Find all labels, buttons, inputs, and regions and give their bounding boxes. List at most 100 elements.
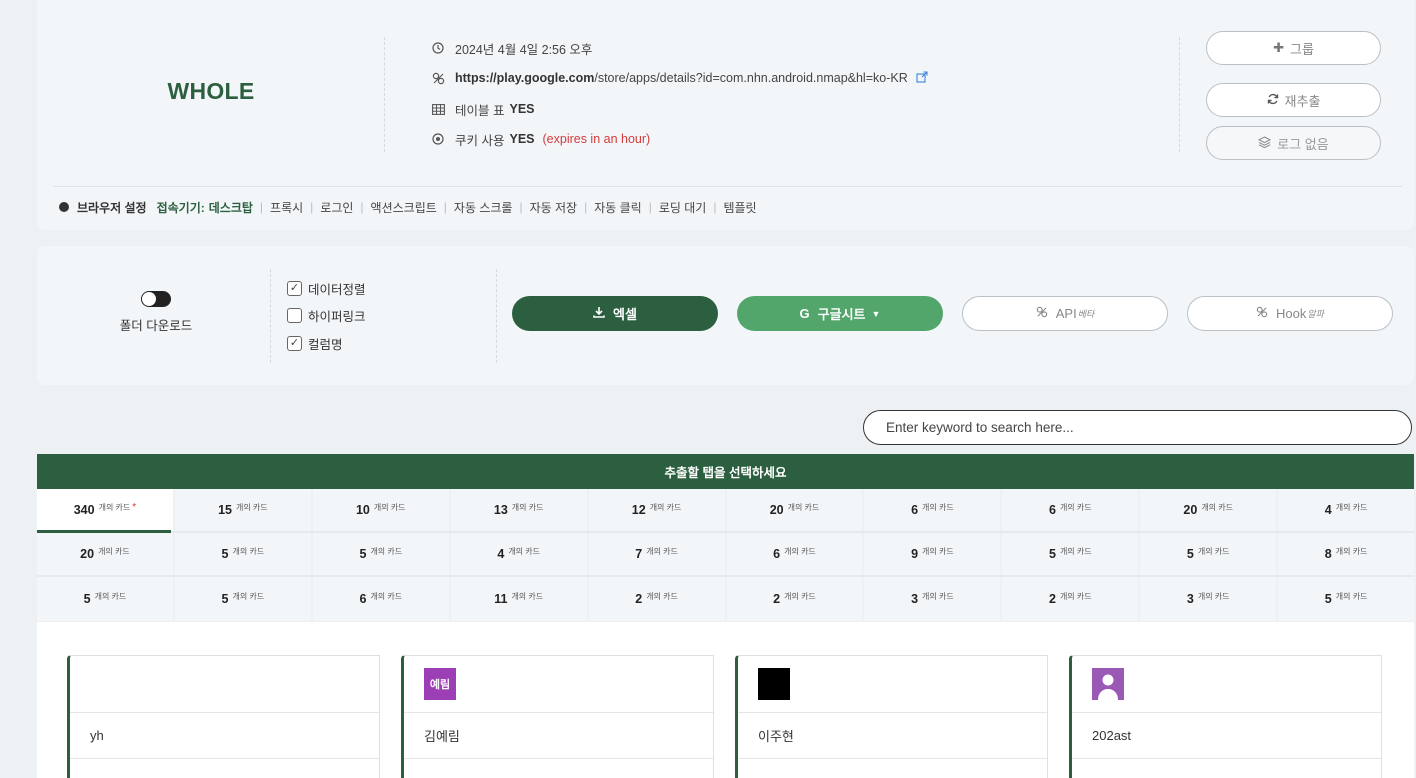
cookie-value: YES [509,132,535,146]
tab-card-unit: 개의 카드 [98,546,130,556]
url-path[interactable]: /store/apps/details?id=com.nhn.android.n… [594,71,907,85]
refresh-icon [1267,93,1279,108]
option-template[interactable]: 템플릿 [723,199,756,216]
group-button-label: 그룹 [1289,41,1314,57]
tab-item[interactable]: 2 개의 카드 [588,577,727,621]
tab-item[interactable]: 3 개의 카드 [1140,577,1279,621]
excel-button[interactable]: 엑셀 [512,296,718,331]
link-icon [1256,306,1268,321]
tab-card-unit: 개의 카드 [787,502,820,512]
tab-card-unit: 개의 카드 [508,546,540,556]
option-auto-scroll[interactable]: 자동 스크롤 [454,199,513,216]
option-auto-save[interactable]: 자동 저장 [530,199,578,216]
tab-card-count: 5 [1324,592,1332,606]
user-card[interactable]: 202ast [1069,655,1382,778]
group-button[interactable]: ✚ 그룹 [1206,31,1381,65]
user-card[interactable]: 예림 김예림 [401,655,714,778]
checkbox-column-name[interactable]: ✓ 컬럼명 [287,334,343,352]
tab-item[interactable]: 4 개의 카드 [1278,489,1415,531]
check-icon[interactable]: ✓ [287,335,302,351]
tab-item[interactable]: 15 개의 카드 [174,489,313,531]
hook-button[interactable]: Hook 알파 [1187,296,1393,331]
tab-card-count: 5 [221,592,229,606]
tab-card-count: 6 [1048,503,1056,517]
tab-item[interactable]: 13 개의 카드 [450,489,589,531]
tab-card-unit: 개의 카드 [646,546,678,556]
status-dot-icon [59,202,69,212]
hook-badge: 알파 [1307,309,1324,319]
tab-item[interactable]: 5 개의 카드 [174,577,313,621]
tab-card-unit: 개의 카드 [922,591,954,601]
google-icon: G [799,306,810,321]
reextract-button[interactable]: 재추출 [1206,83,1381,117]
export-panel: 폴더 다운로드 ✓ 데이터정렬 하이퍼링크 ✓ 컬럼명 엑셀 G 구글시트 ▼ … [37,246,1414,385]
folder-download-toggle[interactable] [141,291,171,307]
tab-card-count: 6 [359,592,367,606]
user-card[interactable]: yh [67,655,380,778]
tab-item[interactable]: 5 개의 카드 [1278,577,1415,621]
checkbox-sort[interactable]: ✓ 데이터정렬 [287,279,366,297]
tab-card-unit: 개의 카드 [370,546,403,556]
card-name: 202ast [1072,713,1381,759]
tab-item[interactable]: 340 개의 카드 * [37,489,175,533]
tab-item[interactable]: 5 개의 카드 [312,533,451,575]
cookie-expires: (expires in an hour) [542,132,651,146]
tab-item[interactable]: 20 개의 카드 [726,489,865,531]
table-value: YES [509,102,535,116]
tab-item[interactable]: 9 개의 카드 [864,533,1003,575]
tab-item[interactable]: 8 개의 카드 [1278,533,1415,575]
connector-value[interactable]: 데스크탑 [209,199,253,216]
tab-item[interactable]: 2 개의 카드 [1002,577,1141,621]
tab-card-unit: 개의 카드 [98,502,131,512]
tab-item[interactable]: 5 개의 카드 [174,533,313,575]
tab-item[interactable]: 12 개의 카드 [588,489,727,531]
option-loading-wait[interactable]: 로딩 대기 [659,199,707,216]
api-button[interactable]: API 베타 [962,296,1168,331]
tab-card-count: 20 [80,547,95,561]
tab-card-count: 20 [769,503,784,517]
tab-item[interactable]: 2 개의 카드 [726,577,865,621]
tab-item[interactable]: 20 개의 카드 [1140,489,1279,531]
google-sheet-button-label: 구글시트 [817,307,866,322]
tab-item[interactable]: 10 개의 카드 [312,489,451,531]
tab-item[interactable]: 5 개의 카드 [37,577,175,621]
tab-item[interactable]: 11 개의 카드 [450,577,589,621]
tab-card-unit: 개의 카드 [1197,591,1230,601]
tab-item[interactable]: 5 개의 카드 [1002,533,1141,575]
option-auto-click[interactable]: 자동 클릭 [594,199,642,216]
no-log-button-label: 로그 없음 [1277,136,1329,152]
tab-card-unit: 개의 카드 [235,502,268,512]
tab-card-unit: 개의 카드 [232,591,265,601]
tab-item[interactable]: 20 개의 카드 [37,533,175,575]
checkbox-column-name-label: 컬럼명 [308,337,343,352]
tab-card-unit: 개의 카드 [94,591,127,601]
tab-item[interactable]: 5 개의 카드 [1140,533,1279,575]
checkbox-box[interactable] [287,307,302,323]
google-sheet-button[interactable]: G 구글시트 ▼ [737,296,943,331]
tab-item[interactable]: 6 개의 카드 [864,489,1003,531]
checkbox-hyperlink[interactable]: 하이퍼링크 [287,306,366,324]
user-card[interactable]: 이주현 [735,655,1048,778]
divider [270,269,271,363]
check-icon[interactable]: ✓ [287,280,302,296]
no-log-button[interactable]: 로그 없음 [1206,126,1381,160]
tab-card-count: 12 [631,503,646,517]
option-actionscript[interactable]: 액션스크립트 [371,199,437,216]
cookie-label: 쿠키 사용 [455,133,505,148]
tab-card-count: 8 [1324,547,1332,561]
tab-card-unit: 개의 카드 [922,502,954,512]
tab-item[interactable]: 7 개의 카드 [588,533,727,575]
tab-item[interactable]: 6 개의 카드 [1002,489,1141,531]
search-input[interactable] [863,410,1412,445]
tab-item[interactable]: 6 개의 카드 [312,577,451,621]
tab-item[interactable]: 3 개의 카드 [864,577,1003,621]
url-host[interactable]: https://play.google.com [455,71,594,85]
folder-download-label: 폴더 다운로드 [119,319,193,333]
option-proxy[interactable]: 프록시 [270,199,303,216]
tab-card-unit: 개의 카드 [649,502,682,512]
tab-card-count: 11 [494,592,508,606]
tab-item[interactable]: 4 개의 카드 [450,533,589,575]
tab-item[interactable]: 6 개의 카드 [726,533,865,575]
external-link-icon[interactable] [916,70,928,86]
option-login[interactable]: 로그인 [320,199,353,216]
